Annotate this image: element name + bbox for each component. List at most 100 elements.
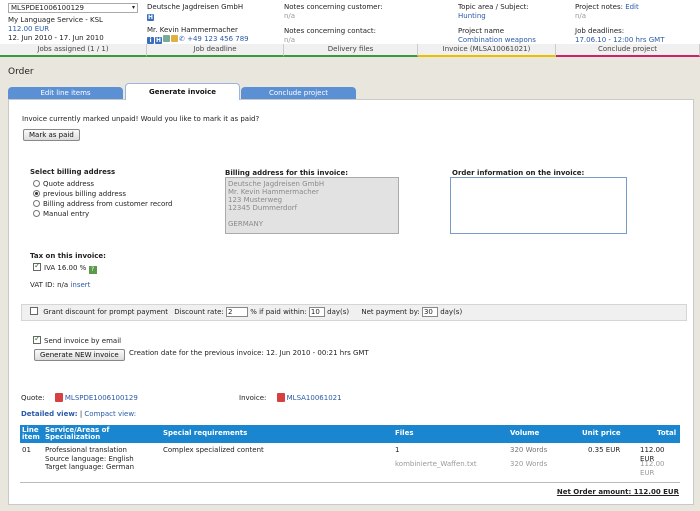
radio-quote[interactable] [33,180,40,187]
billing-option-label: Billing address from customer record [43,200,173,208]
page-title: Order [8,67,34,77]
radio-customer-record[interactable] [33,200,40,207]
workflow-invoice[interactable]: Invoice (MLSA10061021) [418,44,556,57]
table-header: Line item Service/Areas of Specializatio… [20,425,680,443]
quote-link[interactable]: MLSPDE1006100129 [65,394,138,402]
workflow-job-deadline[interactable]: Job deadline [147,44,284,57]
row-target-language: Target language: German [45,463,135,471]
notes-contact-label: Notes concerning contact: [284,27,376,35]
home-icon[interactable]: H [155,37,162,44]
notes-customer-label: Notes concerning customer: [284,3,383,11]
billing-option-customer-record[interactable]: Billing address from customer record [33,199,172,209]
chevron-down-icon: ▾ [131,4,135,11]
tax-checkbox[interactable] [33,261,41,271]
billing-option-label: Manual entry [43,210,90,218]
days-label: day(s) [327,308,350,316]
radio-manual[interactable] [33,210,40,217]
col-unit-price: Unit price [582,429,621,437]
days-label: day(s) [440,308,463,316]
tab-generate-invoice[interactable]: Generate invoice [125,83,240,100]
billing-option-manual[interactable]: Manual entry [33,209,172,219]
row-volume: 320 Words [510,446,548,454]
workflow-bar: Jobs assigned (1 / 1) Job deadline Deliv… [0,44,700,57]
project-date-range: 12. Jun 2010 - 17. Jun 2010 [8,34,104,42]
row-unit-price: 0.35 EUR [588,446,621,454]
discount-checkbox[interactable] [30,307,38,315]
home-icon[interactable]: H [147,14,154,21]
col-requirements: Special requirements [163,429,248,437]
contact-phone[interactable]: +49 123 456 789 [187,35,249,43]
address-line: 12345 Dummerdorf [228,204,298,212]
col-line-item: Line item [22,426,40,441]
project-header: MLSPDE1006100129 ▾ My Language Service -… [0,0,700,57]
mark-as-paid-button[interactable]: Mark as paid [23,129,80,141]
topic-label: Topic area / Subject: [458,3,529,11]
billing-option-quote[interactable]: Quote address [33,179,172,189]
col-volume: Volume [510,429,540,437]
project-select[interactable]: MLSPDE1006100129 ▾ [8,3,138,13]
header-col-notes-project: Project notes: Edit n/a Job deadlines: 1… [575,3,664,45]
topic-value: Hunting [458,12,486,20]
header-col-customer: Deutsche Jagdreisen GmbH H Mr. Kevin Ham… [147,3,249,44]
billing-option-label: previous billing address [43,190,126,198]
if-paid-days-input[interactable]: 10 [308,307,325,317]
customer-name: Deutsche Jagdreisen GmbH [147,3,244,11]
send-email-checkbox[interactable] [33,334,41,344]
contact-card-icon[interactable] [171,35,178,42]
generate-new-invoice-button[interactable]: Generate NEW invoice [34,349,125,361]
unpaid-message: Invoice currently marked unpaid! Would y… [22,115,260,123]
quote-ref: Quote: MLSPDE1006100129 [21,393,138,402]
phone-icon: ✆ [179,35,185,43]
tax-title: Tax on this invoice: [30,252,106,260]
send-email-option[interactable]: Send invoice by email [33,334,122,345]
discount-label: Grant discount for prompt payment [43,308,168,316]
billing-option-label: Quote address [43,180,95,188]
row-file-total: 112.00 EUR [640,460,665,477]
row-file-volume: 320 Words [510,460,548,468]
info-icon[interactable]: i [147,37,154,44]
col-files: Files [395,429,414,437]
compact-view-link[interactable]: Compact view: [84,410,136,418]
billing-option-previous[interactable]: previous billing address [33,189,172,199]
invoice-label: Invoice: [239,394,267,402]
net-payment-days-input[interactable]: 30 [421,307,438,317]
project-notes-edit-link[interactable]: Edit [625,3,639,11]
col-total: Total [657,429,677,437]
discount-row: Grant discount for prompt payment Discou… [21,304,687,321]
send-email-label: Send invoice by email [44,337,122,345]
help-icon[interactable]: ? [88,266,97,274]
vat-id: VAT ID: n/a insert [30,281,90,289]
billing-address-textarea[interactable]: Deutsche Jagdreisen GmbH Mr. Kevin Hamme… [225,177,399,234]
if-paid-label: % if paid within: [250,308,307,316]
row-file-name[interactable]: kombinierte_Waffen.txt [395,460,477,469]
detailed-view-link[interactable]: Detailed view: [21,410,78,418]
address-line [228,212,396,220]
net-order-amount: Net Order amount: 112.00 EUR [556,488,679,496]
discount-rate-input[interactable]: 2 [225,307,248,317]
header-col-topic: Topic area / Subject: Hunting Project na… [458,3,536,45]
discount-rate-label: Discount rate: [174,308,224,316]
workflow-delivery-files[interactable]: Delivery files [284,44,418,57]
tax-item[interactable]: IVA 16.00 % ? [33,261,97,274]
pdf-icon[interactable] [54,393,63,402]
vat-insert-link[interactable]: insert [70,281,90,289]
line-items-table: Line item Service/Areas of Specializatio… [20,425,680,483]
project-notes-label: Project notes: [575,3,623,11]
mail-icon[interactable] [163,35,170,42]
address-line: Mr. Kevin Hammermacher [228,188,319,196]
invoice-link[interactable]: MLSA10061021 [287,394,342,402]
workflow-jobs-assigned[interactable]: Jobs assigned (1 / 1) [0,44,147,57]
order-info-textarea[interactable] [450,177,627,234]
quote-label: Quote: [21,394,45,402]
row-number: 01 [22,446,31,454]
address-line: 123 Musterweg [228,196,283,204]
invoice-ref: Invoice: MLSA10061021 [239,393,342,402]
row-requirements: Complex specialized content [163,446,264,454]
project-select-value: MLSPDE1006100129 [11,4,84,12]
header-col-notes: Notes concerning customer: n/a Notes con… [284,3,383,45]
workflow-conclude-project[interactable]: Conclude project [556,44,700,57]
billing-options: Quote address previous billing address B… [33,179,172,219]
radio-previous[interactable] [33,190,40,197]
contact-name: Mr. Kevin Hammermacher [147,26,238,34]
pdf-icon[interactable] [276,393,285,402]
